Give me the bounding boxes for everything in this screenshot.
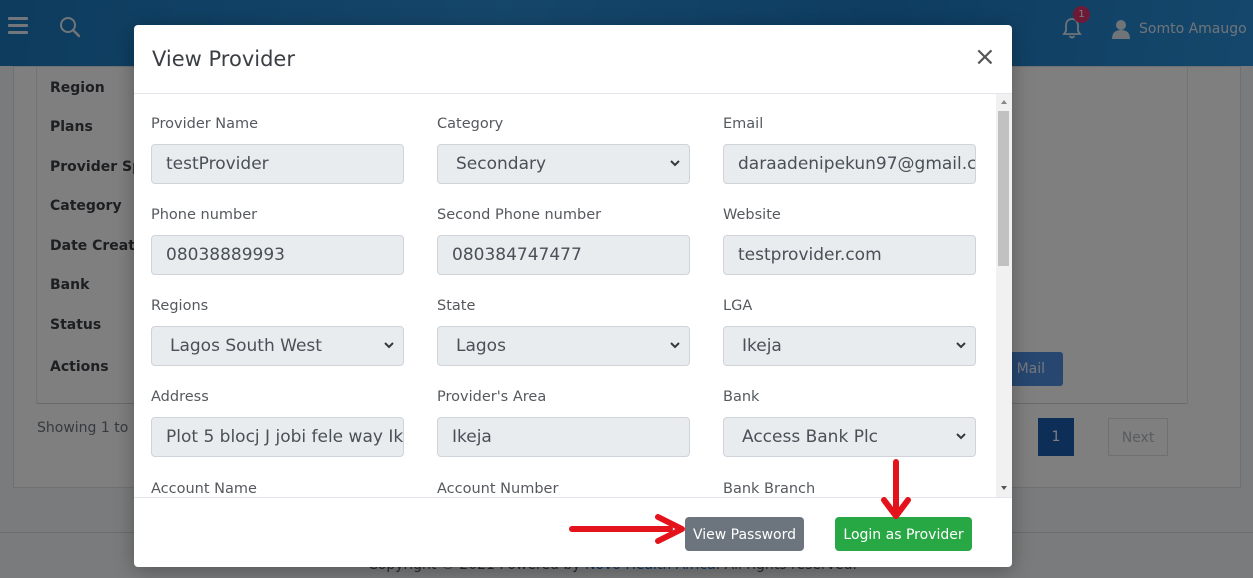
chevron-down-icon bbox=[670, 160, 680, 167]
field-label: LGA bbox=[723, 298, 753, 314]
field-label: Website bbox=[723, 207, 781, 223]
input-field[interactable]: daraadenipekun97@gmail.co bbox=[723, 144, 976, 184]
input-field[interactable]: testprovider.com bbox=[723, 235, 976, 275]
field-label: Provider's Area bbox=[437, 389, 547, 405]
login-as-provider-button[interactable]: Login as Provider bbox=[835, 517, 972, 551]
chevron-down-icon bbox=[670, 342, 680, 349]
select-field[interactable]: Secondary bbox=[437, 144, 690, 184]
field-value: Lagos South West bbox=[170, 336, 322, 356]
field-value: Ikeja bbox=[452, 427, 492, 447]
chevron-down-icon bbox=[956, 433, 966, 440]
field-value: testprovider.com bbox=[738, 245, 882, 265]
field-label: Bank bbox=[723, 389, 760, 405]
input-field[interactable]: 08038889993 bbox=[151, 235, 404, 275]
field-label: Account Number bbox=[437, 481, 559, 497]
close-button[interactable]: × bbox=[974, 42, 996, 72]
scrollbar-thumb[interactable] bbox=[998, 111, 1009, 266]
field-value: 08038889993 bbox=[166, 245, 285, 265]
field-label: Second Phone number bbox=[437, 207, 602, 223]
field-value: daraadenipekun97@gmail.co bbox=[738, 154, 976, 174]
modal-header: View Provider × bbox=[134, 25, 1012, 94]
field-label: Address bbox=[151, 389, 209, 405]
field-label: Bank Branch bbox=[723, 481, 816, 497]
chevron-down-icon bbox=[384, 342, 394, 349]
annotation-arrow-right-icon bbox=[569, 514, 685, 544]
modal-body[interactable]: Provider Name testProvider Category Seconda… bbox=[134, 94, 1012, 497]
input-field[interactable]: Ikeja bbox=[437, 417, 690, 457]
field-label: Account Name bbox=[151, 481, 257, 497]
field-value: Lagos bbox=[456, 336, 506, 356]
field-value: Ikeja bbox=[742, 336, 782, 356]
select-field[interactable]: Access Bank Plc bbox=[723, 417, 976, 457]
input-field[interactable]: 080384747477 bbox=[437, 235, 690, 275]
view-password-button[interactable]: View Password bbox=[685, 517, 804, 551]
field-value: 080384747477 bbox=[452, 245, 582, 265]
select-field[interactable]: Lagos bbox=[437, 326, 690, 366]
select-field[interactable]: Ikeja bbox=[723, 326, 976, 366]
field-value: Access Bank Plc bbox=[742, 427, 879, 447]
field-value: testProvider bbox=[166, 154, 269, 174]
annotation-arrow-down-icon bbox=[881, 459, 911, 519]
field-label: State bbox=[437, 298, 476, 314]
field-label: Regions bbox=[151, 298, 209, 314]
field-value: Secondary bbox=[456, 154, 547, 174]
scroll-up-icon[interactable] bbox=[996, 97, 1012, 107]
input-field[interactable]: Plot 5 blocj J jobi fele way Ike bbox=[151, 417, 404, 457]
field-value: Plot 5 blocj J jobi fele way Ike bbox=[166, 427, 404, 447]
field-label: Category bbox=[437, 116, 504, 132]
modal-title: View Provider bbox=[152, 47, 295, 71]
field-label: Phone number bbox=[151, 207, 258, 223]
input-field[interactable]: testProvider bbox=[151, 144, 404, 184]
select-field[interactable]: Lagos South West bbox=[151, 326, 404, 366]
scroll-down-icon[interactable] bbox=[996, 483, 1012, 493]
chevron-down-icon bbox=[956, 342, 966, 349]
field-label: Email bbox=[723, 116, 764, 132]
field-label: Provider Name bbox=[151, 116, 259, 132]
